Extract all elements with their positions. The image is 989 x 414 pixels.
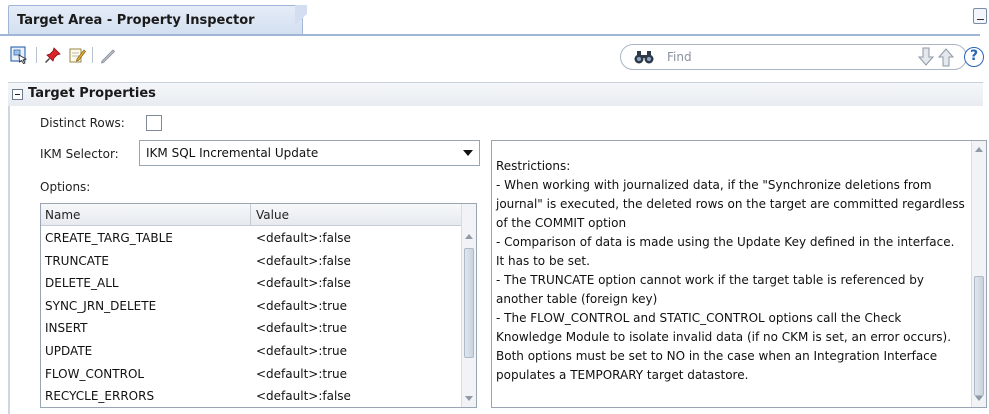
options-table: Name Value CREATE_TARG_TABLE <default>:fa… <box>40 203 477 408</box>
option-value[interactable]: <default>:true <box>256 367 347 381</box>
column-header-value[interactable]: Value <box>256 208 289 222</box>
scroll-up-icon[interactable] <box>975 147 983 152</box>
table-row[interactable]: UPDATE <default>:true <box>41 340 462 363</box>
dropdown-arrow-icon <box>463 150 473 156</box>
section-header[interactable]: Target Properties <box>8 82 983 106</box>
table-row[interactable]: CREATE_TARG_TABLE <default>:false <box>41 227 462 250</box>
options-table-header: Name Value <box>41 204 462 226</box>
scrollbar-thumb[interactable] <box>974 276 984 396</box>
option-value[interactable]: <default>:false <box>256 276 351 290</box>
minimize-button[interactable] <box>973 8 987 24</box>
ikm-selector-dropdown[interactable]: IKM SQL Incremental Update <box>139 140 480 166</box>
description-text: Restrictions: - When working with journa… <box>496 159 965 382</box>
option-name: SYNC_JRN_DELETE <box>45 298 157 313</box>
scroll-up-icon[interactable] <box>465 234 473 239</box>
ikm-selector-value: IKM SQL Incremental Update <box>146 146 319 160</box>
table-row[interactable]: FLOW_CONTROL <default>:true <box>41 363 462 386</box>
collapse-icon[interactable] <box>12 89 23 100</box>
table-row[interactable]: SYNC_JRN_DELETE <default>:true <box>41 295 462 318</box>
find-placeholder: Find <box>667 50 692 64</box>
scroll-down-icon[interactable] <box>465 396 473 401</box>
tab-notch <box>295 5 307 35</box>
column-header-name[interactable]: Name <box>45 208 80 222</box>
option-value[interactable]: <default>:true <box>256 344 347 358</box>
tab-title: Target Area - Property Inspector <box>17 13 255 28</box>
pin-icon[interactable] <box>42 44 64 66</box>
select-icon[interactable] <box>8 44 30 66</box>
tab-strip: Target Area - Property Inspector <box>0 0 989 36</box>
pencil-icon[interactable] <box>97 44 119 66</box>
table-row[interactable]: INSERT <default>:true <box>41 317 462 340</box>
description-scrollbar[interactable] <box>971 141 986 407</box>
help-icon[interactable]: ? <box>964 47 984 67</box>
toolbar-separator <box>92 47 93 63</box>
option-value[interactable]: <default>:false <box>256 254 351 268</box>
toolbar-separator <box>36 47 37 63</box>
table-row[interactable]: TRUNCATE <default>:false <box>41 250 462 273</box>
option-value[interactable]: <default>:true <box>256 299 347 313</box>
find-input[interactable]: Find <box>620 44 967 70</box>
scrollbar-thumb[interactable] <box>464 248 474 358</box>
option-name: TRUNCATE <box>45 253 109 268</box>
options-table-body: CREATE_TARG_TABLE <default>:false TRUNCAT… <box>41 227 462 407</box>
scroll-down-icon[interactable] <box>975 396 983 401</box>
option-name: CREATE_TARG_TABLE <box>45 231 173 245</box>
edit-icon[interactable] <box>66 44 88 66</box>
distinct-rows-label: Distinct Rows: <box>40 116 125 130</box>
find-previous-icon[interactable] <box>937 47 955 67</box>
option-name: INSERT <box>45 321 88 336</box>
description-panel: Restrictions: - When working with journa… <box>491 140 987 408</box>
table-row[interactable]: DELETE_ALL <default>:false <box>41 272 462 295</box>
option-name: FLOW_CONTROL <box>45 366 145 381</box>
option-name: DELETE_ALL <box>45 276 119 291</box>
option-value[interactable]: <default>:false <box>256 389 351 403</box>
table-row[interactable]: RECYCLE_ERRORS <default>:false <box>41 385 462 407</box>
options-scrollbar[interactable] <box>461 204 476 407</box>
binoculars-icon <box>633 49 655 65</box>
ikm-selector-label: IKM Selector: <box>40 147 119 161</box>
section-title: Target Properties <box>28 86 156 101</box>
distinct-rows-checkbox[interactable] <box>146 115 162 131</box>
option-value[interactable]: <default>:false <box>256 231 351 245</box>
column-divider[interactable] <box>250 204 251 226</box>
tab-property-inspector[interactable]: Target Area - Property Inspector <box>8 5 303 35</box>
find-next-icon[interactable] <box>917 47 935 67</box>
option-name: UPDATE <box>45 343 93 358</box>
section-left-border <box>8 106 10 414</box>
options-label: Options: <box>40 180 91 194</box>
option-value[interactable]: <default>:true <box>256 321 347 335</box>
option-name: RECYCLE_ERRORS <box>45 389 155 404</box>
